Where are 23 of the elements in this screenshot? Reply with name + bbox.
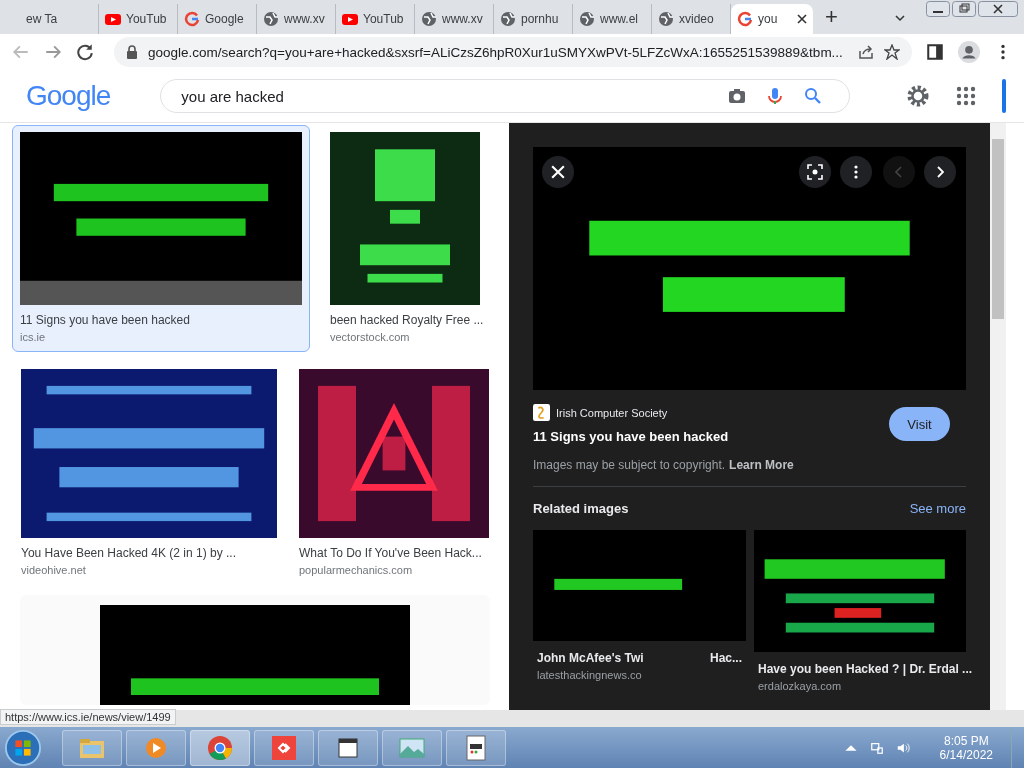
section-heading: Related images [533, 501, 629, 516]
image-result[interactable]: been hacked Royalty Free ... vectorstock.com [322, 125, 488, 352]
related-image[interactable]: John McAfee's Twi Hac... latesthackingnews.co [533, 530, 746, 692]
image-result[interactable]: What To Do If You've Been Hack... popularmechanics.com [298, 362, 490, 585]
related-source: latesthackingnews.co [536, 669, 643, 681]
related-title: Have you been Hacked ? | Dr. Erdal ... [758, 662, 973, 676]
visit-button[interactable]: Visit [889, 407, 950, 441]
horizontal-scrollbar[interactable]: https://www.ics.ie/news/view/1499 [0, 710, 1024, 727]
image-title[interactable]: 11 Signs you have been hacked [533, 429, 889, 444]
new-tab-button[interactable]: + [825, 4, 838, 30]
related-source: erdalozkaya.com [757, 680, 843, 692]
copyright-notice: Images may be subject to copyright. [533, 458, 726, 472]
related-title: John McAfee's Twi [537, 651, 644, 665]
address-field[interactable]: google.com/search?q=you+are+hacked&sxsrf=ALiCzsZ6hpR0Xur1uSMYXwPVt-5LFZcWxA:1655251539889&tbm... [114, 37, 912, 67]
image-result[interactable]: You Have Been Hacked 4K (2 in 1) by ... videohive.net [20, 362, 278, 585]
image-result[interactable]: 11 Signs you have been hacked ics.ie [12, 125, 310, 352]
learn-more-link[interactable]: Learn More [729, 458, 794, 472]
status-url: https://www.ics.ie/news/view/1499 [0, 709, 176, 725]
related-title: Hac... [710, 651, 742, 665]
site-name[interactable]: Irish Computer Society [556, 406, 668, 419]
browser-tab[interactable]: you [731, 4, 813, 34]
google-logo[interactable]: Google [26, 80, 111, 112]
see-more-link[interactable]: See more [909, 501, 966, 516]
